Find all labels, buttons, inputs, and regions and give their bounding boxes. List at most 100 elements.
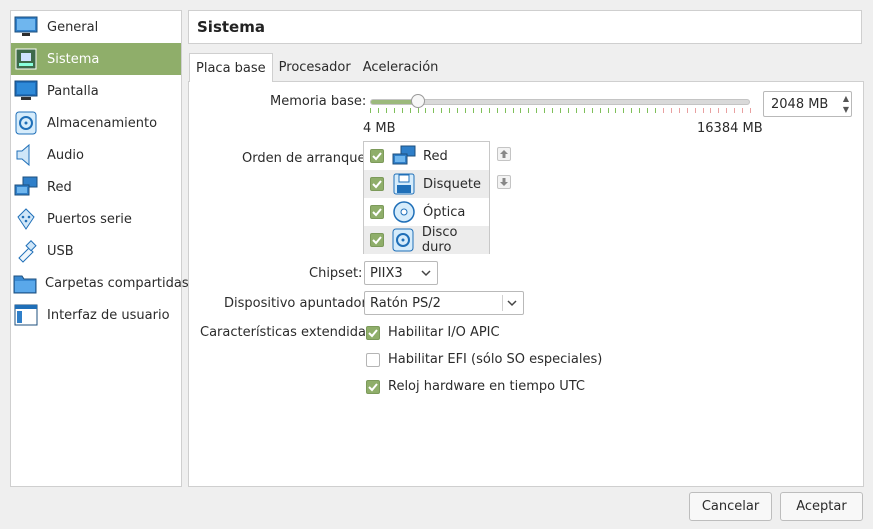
slider-tick <box>393 108 395 113</box>
pointing-device-select[interactable]: Ratón PS/2 <box>364 291 524 315</box>
move-up-button[interactable] <box>497 147 511 161</box>
sidebar-item-usb[interactable]: USB <box>11 235 181 267</box>
checkmark-icon <box>368 382 378 391</box>
slider-tick <box>441 108 443 113</box>
checkmark-icon <box>368 328 378 337</box>
slider-tick <box>465 108 466 113</box>
boot-item-disco-duro[interactable]: Disco duro <box>364 225 489 255</box>
slider-tick <box>512 108 514 113</box>
monitor-general-icon <box>13 14 39 40</box>
checkmark-icon <box>372 180 382 189</box>
efi-option[interactable]: Habilitar EFI (sólo SO especiales) <box>366 352 602 367</box>
memory-slider[interactable] <box>370 94 750 108</box>
floppy-icon <box>392 172 416 196</box>
chipset-select[interactable]: PIIX3 <box>364 261 438 285</box>
memory-spinbox[interactable]: 2048 MB ▲ ▼ <box>763 91 852 117</box>
slider-tick <box>726 108 728 113</box>
boot-disquete-checkbox[interactable] <box>370 177 384 191</box>
boot-item-label: Disco duro <box>421 225 458 255</box>
sidebar-item-label: USB <box>47 243 74 259</box>
chevron-down-icon <box>507 297 517 312</box>
page-title: Sistema <box>188 10 862 44</box>
slider-tick <box>425 108 427 113</box>
slider-tick <box>623 108 625 113</box>
sidebar-item-label: Sistema <box>47 51 100 67</box>
memory-slider-ticks <box>370 108 751 113</box>
memory-label: Memoria base: <box>270 94 367 109</box>
slider-tick <box>710 108 712 113</box>
chipset-label: Chipset: <box>309 266 363 281</box>
slider-tick <box>647 108 649 113</box>
boot-item-red[interactable]: Red <box>364 142 489 170</box>
slider-tick <box>750 108 751 113</box>
sidebar-item-general[interactable]: General <box>11 11 181 43</box>
sidebar-item-audio[interactable]: Audio <box>11 139 181 171</box>
slider-tick <box>583 108 585 113</box>
slider-tick <box>401 108 403 113</box>
boot-red-checkbox[interactable] <box>370 149 384 163</box>
slider-tick <box>504 108 506 113</box>
slider-tick <box>670 108 672 113</box>
sidebar-item-pantalla[interactable]: Pantalla <box>11 75 181 107</box>
slider-tick <box>694 108 696 113</box>
move-down-button[interactable] <box>497 175 511 189</box>
slider-tick <box>496 108 498 113</box>
slider-tick <box>615 108 617 113</box>
tab-procesador[interactable]: Procesador <box>273 53 357 81</box>
slider-tick <box>433 108 435 113</box>
slider-tick <box>370 108 371 113</box>
sidebar-item-label: General <box>47 19 99 35</box>
spin-down-icon[interactable]: ▼ <box>843 104 849 115</box>
boot-item-disquete[interactable]: Disquete <box>364 170 489 198</box>
user-interface-icon <box>13 302 39 328</box>
efi-checkbox[interactable] <box>366 352 380 367</box>
io-apic-checkbox[interactable] <box>366 325 380 340</box>
accept-button[interactable]: Aceptar <box>780 492 863 521</box>
slider-tick <box>552 108 554 113</box>
tab-panel <box>188 81 864 487</box>
memory-value: 2048 MB <box>771 96 829 112</box>
boot-disco-duro-checkbox[interactable] <box>370 233 384 247</box>
sidebar-item-sistema[interactable]: Sistema <box>11 43 181 75</box>
sidebar-item-label: Red <box>47 179 72 195</box>
cancel-button[interactable]: Cancelar <box>689 492 772 521</box>
checkmark-icon <box>372 208 382 217</box>
display-icon <box>13 78 39 104</box>
checkmark-icon <box>372 152 382 161</box>
boot-item-label: Red <box>423 148 448 164</box>
slider-tick <box>544 108 546 113</box>
boot-optica-checkbox[interactable] <box>370 205 384 219</box>
slider-tick <box>655 108 656 113</box>
chipset-value: PIIX3 <box>370 265 403 281</box>
boot-item-label: Disquete <box>423 176 481 192</box>
sidebar-item-red[interactable]: Red <box>11 171 181 203</box>
sidebar-item-interfaz-de-usuario[interactable]: Interfaz de usuario <box>11 299 181 331</box>
slider-tick <box>472 108 474 113</box>
checkmark-icon <box>372 236 382 245</box>
slider-tick <box>718 108 720 113</box>
slider-tick <box>742 108 744 113</box>
io-apic-label: Habilitar I/O APIC <box>388 325 500 340</box>
slider-tick <box>449 108 451 113</box>
slider-tick <box>520 108 522 113</box>
optical-disc-icon <box>392 200 416 224</box>
sidebar-item-label: Interfaz de usuario <box>47 307 170 323</box>
tab-aceleracion[interactable]: Aceleración <box>357 53 445 81</box>
boot-order-list: Red Disquete Óptica Disco duro <box>363 141 490 255</box>
utc-clock-checkbox[interactable] <box>366 379 380 394</box>
sidebar-item-puertos-serie[interactable]: Puertos serie <box>11 203 181 235</box>
motherboard-icon <box>13 46 39 72</box>
slider-tick <box>702 108 704 113</box>
tab-placa-base[interactable]: Placa base <box>189 53 273 82</box>
sidebar-item-carpetas-compartidas[interactable]: Carpetas compartidas <box>11 267 189 299</box>
boot-item-optica[interactable]: Óptica <box>364 198 489 226</box>
io-apic-option[interactable]: Habilitar I/O APIC <box>366 325 500 340</box>
boot-item-label: Óptica <box>423 204 466 220</box>
sidebar-item-almacenamiento[interactable]: Almacenamiento <box>11 107 181 139</box>
spin-up-icon[interactable]: ▲ <box>843 93 849 104</box>
speaker-icon <box>13 142 39 168</box>
slider-tick <box>488 108 490 113</box>
slider-tick <box>457 108 459 113</box>
sidebar-item-label: Pantalla <box>47 83 99 99</box>
utc-clock-option[interactable]: Reloj hardware en tiempo UTC <box>366 379 585 394</box>
